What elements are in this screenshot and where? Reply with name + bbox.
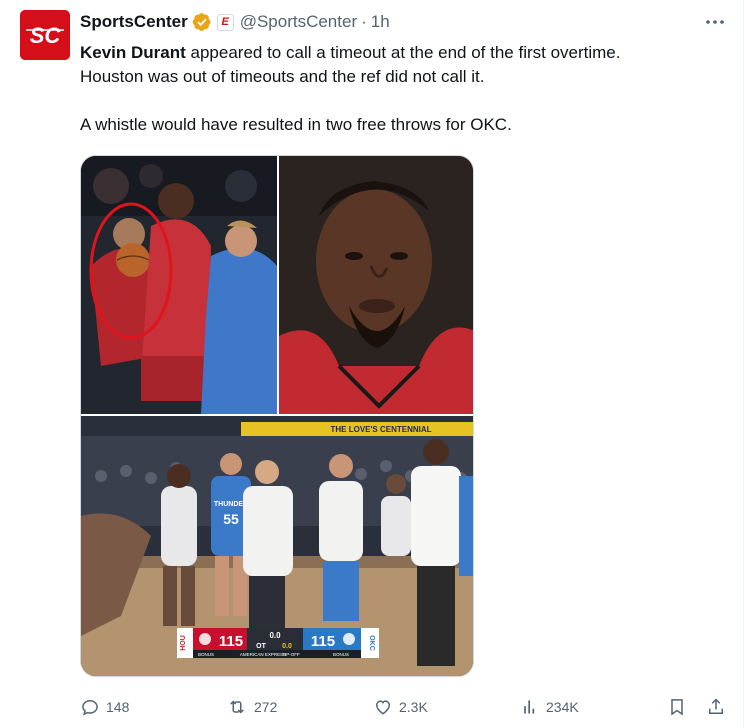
tweet-line-3: A whistle would have resulted in two fre… bbox=[80, 115, 512, 134]
jersey-team: THUNDER bbox=[214, 501, 248, 508]
reply-icon bbox=[82, 699, 98, 716]
more-icon bbox=[706, 20, 724, 24]
display-name[interactable]: SportsCenter bbox=[80, 12, 188, 32]
away-bonus: BONUS bbox=[333, 652, 349, 657]
home-score: 115 bbox=[219, 633, 243, 650]
sponsor: AMERICAN EXPRESS bbox=[240, 652, 286, 657]
affiliate-badge[interactable]: E bbox=[216, 13, 234, 31]
more-button[interactable] bbox=[703, 12, 727, 32]
home-bonus: BONUS bbox=[198, 652, 214, 657]
retweet-count: 272 bbox=[254, 699, 278, 715]
action-bar: 148 272 2.3K 234K bbox=[80, 694, 728, 720]
retweet-button[interactable]: 272 bbox=[226, 694, 277, 720]
avatar-text: SC bbox=[30, 23, 62, 48]
photo-foul-play[interactable] bbox=[81, 156, 277, 414]
jersey-number: 55 bbox=[223, 511, 239, 527]
photo-court-scene[interactable]: THE LOVE'S CENTENNIAL THUNDER 55 HOU 115… bbox=[81, 416, 473, 676]
affiliate-badge-label: E bbox=[221, 16, 229, 28]
retweet-icon bbox=[230, 700, 244, 714]
tweet-card[interactable]: SC SportsCenter E @SportsCenter · 1h Kev… bbox=[0, 0, 744, 728]
timestamp[interactable]: 1h bbox=[371, 12, 390, 32]
home-abbr: HOU bbox=[180, 635, 187, 651]
sponsor-tag: TIP-OFF bbox=[282, 652, 300, 657]
arena-banner-text: THE LOVE'S CENTENNIAL bbox=[330, 425, 431, 434]
share-button[interactable] bbox=[706, 694, 732, 720]
bookmark-button[interactable] bbox=[667, 694, 693, 720]
tweet-line-1: appeared to call a timeout at the end of… bbox=[185, 43, 621, 62]
heart-icon bbox=[375, 700, 391, 715]
media-grid: THE LOVE'S CENTENNIAL THUNDER 55 HOU 115… bbox=[80, 155, 474, 677]
game-clock: 0.0 bbox=[269, 631, 281, 640]
sportscenter-logo: SC bbox=[20, 10, 70, 60]
like-button[interactable]: 2.3K bbox=[373, 694, 428, 720]
tweet-line-2: Houston was out of timeouts and the ref … bbox=[80, 67, 485, 86]
avatar[interactable]: SC bbox=[20, 10, 70, 60]
reply-count: 148 bbox=[106, 699, 130, 715]
verified-badge-icon[interactable] bbox=[192, 12, 212, 32]
views-button[interactable]: 234K bbox=[520, 694, 579, 720]
away-score: 115 bbox=[311, 633, 335, 650]
reply-button[interactable]: 148 bbox=[80, 694, 129, 720]
scoreboard: HOU 115 0.0 OT 0.0 115 OKC BONUS AMERICA… bbox=[177, 628, 379, 658]
tweet-text: Kevin Durant appeared to call a timeout … bbox=[80, 41, 720, 137]
like-count: 2.3K bbox=[399, 699, 428, 715]
views-icon bbox=[524, 700, 535, 714]
bookmark-icon bbox=[671, 699, 683, 716]
bold-name: Kevin Durant bbox=[80, 43, 186, 62]
away-abbr: OKC bbox=[368, 635, 375, 651]
view-count: 234K bbox=[546, 699, 579, 715]
photo-durant-closeup[interactable] bbox=[279, 156, 473, 414]
shot-clock: 0.0 bbox=[282, 643, 292, 650]
share-icon bbox=[709, 698, 723, 714]
handle[interactable]: @SportsCenter bbox=[240, 12, 357, 32]
period: OT bbox=[256, 643, 266, 650]
tweet-header: SportsCenter E @SportsCenter · 1h bbox=[80, 11, 390, 33]
separator: · bbox=[361, 12, 367, 31]
